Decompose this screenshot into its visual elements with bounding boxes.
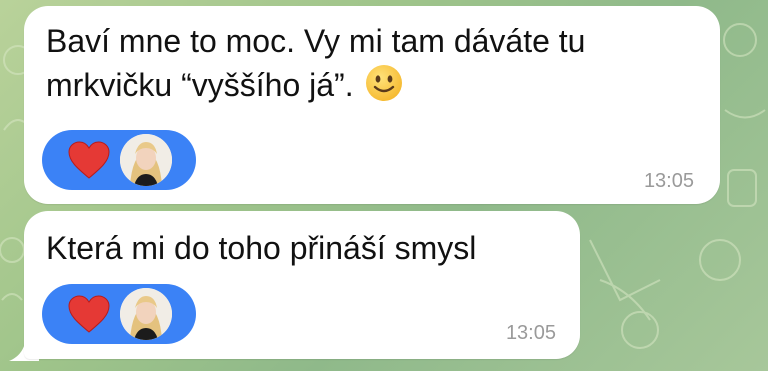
reaction-pill[interactable]: [42, 284, 196, 344]
reaction-pill[interactable]: [42, 130, 196, 190]
heart-icon: [68, 295, 110, 333]
heart-icon: [68, 141, 110, 179]
message-timestamp: 13:05: [505, 322, 556, 344]
message-bubble[interactable]: Baví mne to moc. Vy mi tam dáváte tu mrk…: [24, 6, 720, 204]
slightly-smiling-face-icon: [364, 63, 404, 103]
message-text: Baví mne to moc. Vy mi tam dáváte tu mrk…: [46, 23, 595, 103]
message-timestamp: 13:05: [643, 170, 694, 192]
avatar: [120, 134, 172, 186]
message-text: Která mi do toho přináší smysl: [46, 230, 477, 266]
message-bubble[interactable]: Která mi do toho přináší smysl 13:05: [24, 211, 580, 359]
avatar: [120, 288, 172, 340]
